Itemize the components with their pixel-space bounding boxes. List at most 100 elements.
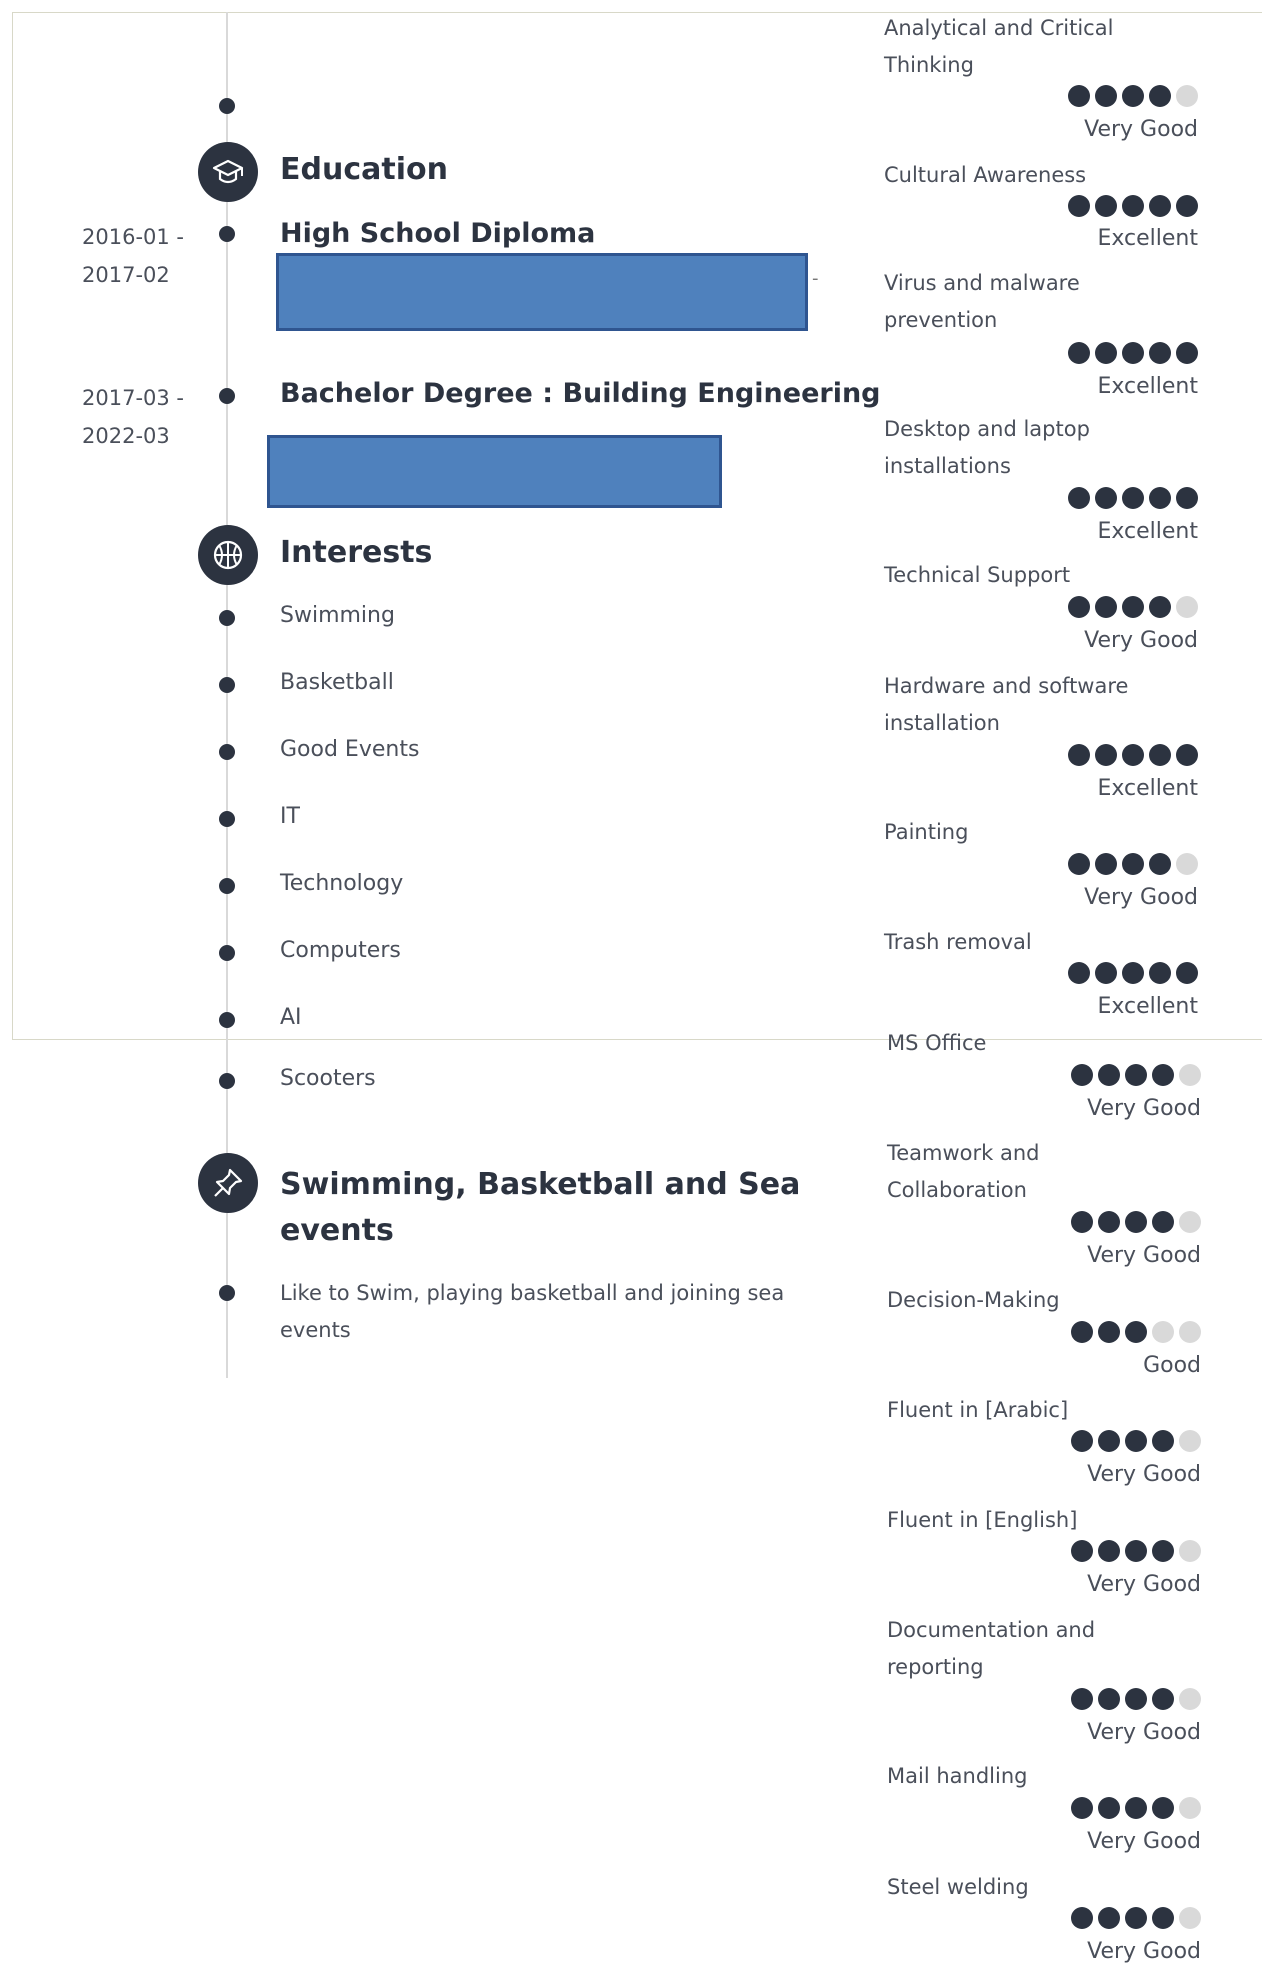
skill-level: Very Good — [1087, 1462, 1201, 1487]
skill-rating — [1068, 195, 1198, 217]
skill-name: MS Office — [887, 1031, 987, 1055]
skill-name: Hardware and software installation — [884, 674, 1129, 735]
rating-dot-filled — [1122, 596, 1144, 618]
rating-dot-filled — [1095, 85, 1117, 107]
rating-dot-empty — [1179, 1430, 1201, 1452]
skill-name: Technical Support — [884, 563, 1071, 587]
skill-name: Fluent in [English] — [887, 1508, 1078, 1532]
skill-name: Trash removal — [884, 930, 1032, 954]
date-start: 2016-01 - — [82, 225, 184, 249]
activity-title-line2: events — [280, 1213, 394, 1248]
skill-level: Very Good — [1087, 1829, 1201, 1854]
rating-dot-filled — [1149, 744, 1171, 766]
timeline-dot — [219, 1285, 235, 1301]
rating-dot-filled — [1071, 1064, 1093, 1086]
rating-dot-filled — [1098, 1321, 1120, 1343]
date-start: 2017-03 - — [82, 386, 184, 410]
rating-dot-filled — [1098, 1688, 1120, 1710]
skill-level: Very Good — [1087, 1243, 1201, 1268]
skill-level: Excellent — [1097, 226, 1199, 251]
timeline-dot — [219, 1073, 235, 1089]
skill-rating — [1071, 1211, 1201, 1233]
timeline-dot — [219, 677, 235, 693]
separator-dash: - — [812, 268, 819, 289]
date-end: 2017-02 — [82, 263, 170, 287]
rating-dot-filled — [1122, 962, 1144, 984]
rating-dot-filled — [1122, 195, 1144, 217]
rating-dot-filled — [1125, 1321, 1147, 1343]
skill-rating — [1071, 1907, 1201, 1929]
skill-rating — [1071, 1797, 1201, 1819]
skill-level: Very Good — [1087, 1096, 1201, 1121]
skill-name: Fluent in [Arabic] — [887, 1398, 1069, 1422]
skill-level: Excellent — [1097, 374, 1199, 399]
rating-dot-filled — [1122, 342, 1144, 364]
education-date: 2016-01 - 2017-02 — [82, 218, 184, 294]
rating-dot-filled — [1122, 487, 1144, 509]
skill-rating — [1071, 1430, 1201, 1452]
rating-dot-filled — [1149, 342, 1171, 364]
interest-item: Computers — [280, 938, 401, 963]
rating-dot-filled — [1068, 85, 1090, 107]
skill-rating — [1071, 1540, 1201, 1562]
skill-level: Very Good — [1084, 628, 1198, 653]
rating-dot-filled — [1152, 1797, 1174, 1819]
skill-level: Very Good — [1087, 1572, 1201, 1597]
rating-dot-filled — [1152, 1064, 1174, 1086]
rating-dot-empty — [1179, 1907, 1201, 1929]
rating-dot-filled — [1125, 1064, 1147, 1086]
activity-title: Swimming, Basketball and Sea events — [280, 1162, 800, 1254]
rating-dot-filled — [1152, 1540, 1174, 1562]
skill-rating — [1068, 853, 1198, 875]
rating-dot-filled — [1149, 195, 1171, 217]
timeline-dot — [219, 744, 235, 760]
interest-item: IT — [280, 804, 300, 829]
rating-dot-filled — [1122, 85, 1144, 107]
skill-rating — [1068, 962, 1198, 984]
skill-level: Excellent — [1097, 519, 1199, 544]
timeline-dot — [219, 1012, 235, 1028]
skill-name: Steel welding — [887, 1875, 1029, 1899]
date-end: 2022-03 — [82, 424, 170, 448]
rating-dot-filled — [1068, 487, 1090, 509]
rating-dot-filled — [1125, 1797, 1147, 1819]
rating-dot-filled — [1152, 1907, 1174, 1929]
education-title: Education — [280, 152, 448, 187]
redaction-box — [267, 435, 722, 508]
rating-dot-filled — [1098, 1907, 1120, 1929]
rating-dot-filled — [1149, 962, 1171, 984]
skill-rating — [1068, 744, 1198, 766]
rating-dot-filled — [1095, 853, 1117, 875]
rating-dot-empty — [1179, 1211, 1201, 1233]
rating-dot-filled — [1098, 1211, 1120, 1233]
rating-dot-filled — [1152, 1211, 1174, 1233]
rating-dot-filled — [1176, 487, 1198, 509]
skill-level: Very Good — [1084, 885, 1198, 910]
timeline-dot — [219, 226, 235, 242]
skill-rating — [1071, 1064, 1201, 1086]
skill-level: Excellent — [1097, 776, 1199, 801]
rating-dot-empty — [1179, 1540, 1201, 1562]
skill-level: Very Good — [1084, 117, 1198, 142]
timeline-dot — [219, 878, 235, 894]
interest-item: Basketball — [280, 670, 394, 695]
skill-name: Desktop and laptop installations — [884, 417, 1090, 478]
interest-item: Good Events — [280, 737, 420, 762]
rating-dot-filled — [1095, 487, 1117, 509]
timeline-dot — [219, 610, 235, 626]
rating-dot-filled — [1122, 744, 1144, 766]
rating-dot-filled — [1098, 1540, 1120, 1562]
rating-dot-empty — [1152, 1321, 1174, 1343]
rating-dot-filled — [1071, 1211, 1093, 1233]
rating-dot-filled — [1071, 1430, 1093, 1452]
education-entry-title: High School Diploma — [280, 218, 596, 249]
skill-rating — [1068, 596, 1198, 618]
basketball-icon — [198, 525, 258, 585]
timeline-dot — [219, 98, 235, 114]
interest-item: Swimming — [280, 603, 395, 628]
rating-dot-filled — [1149, 85, 1171, 107]
rating-dot-filled — [1125, 1540, 1147, 1562]
interest-item: AI — [280, 1005, 302, 1030]
rating-dot-filled — [1068, 596, 1090, 618]
rating-dot-empty — [1179, 1064, 1201, 1086]
